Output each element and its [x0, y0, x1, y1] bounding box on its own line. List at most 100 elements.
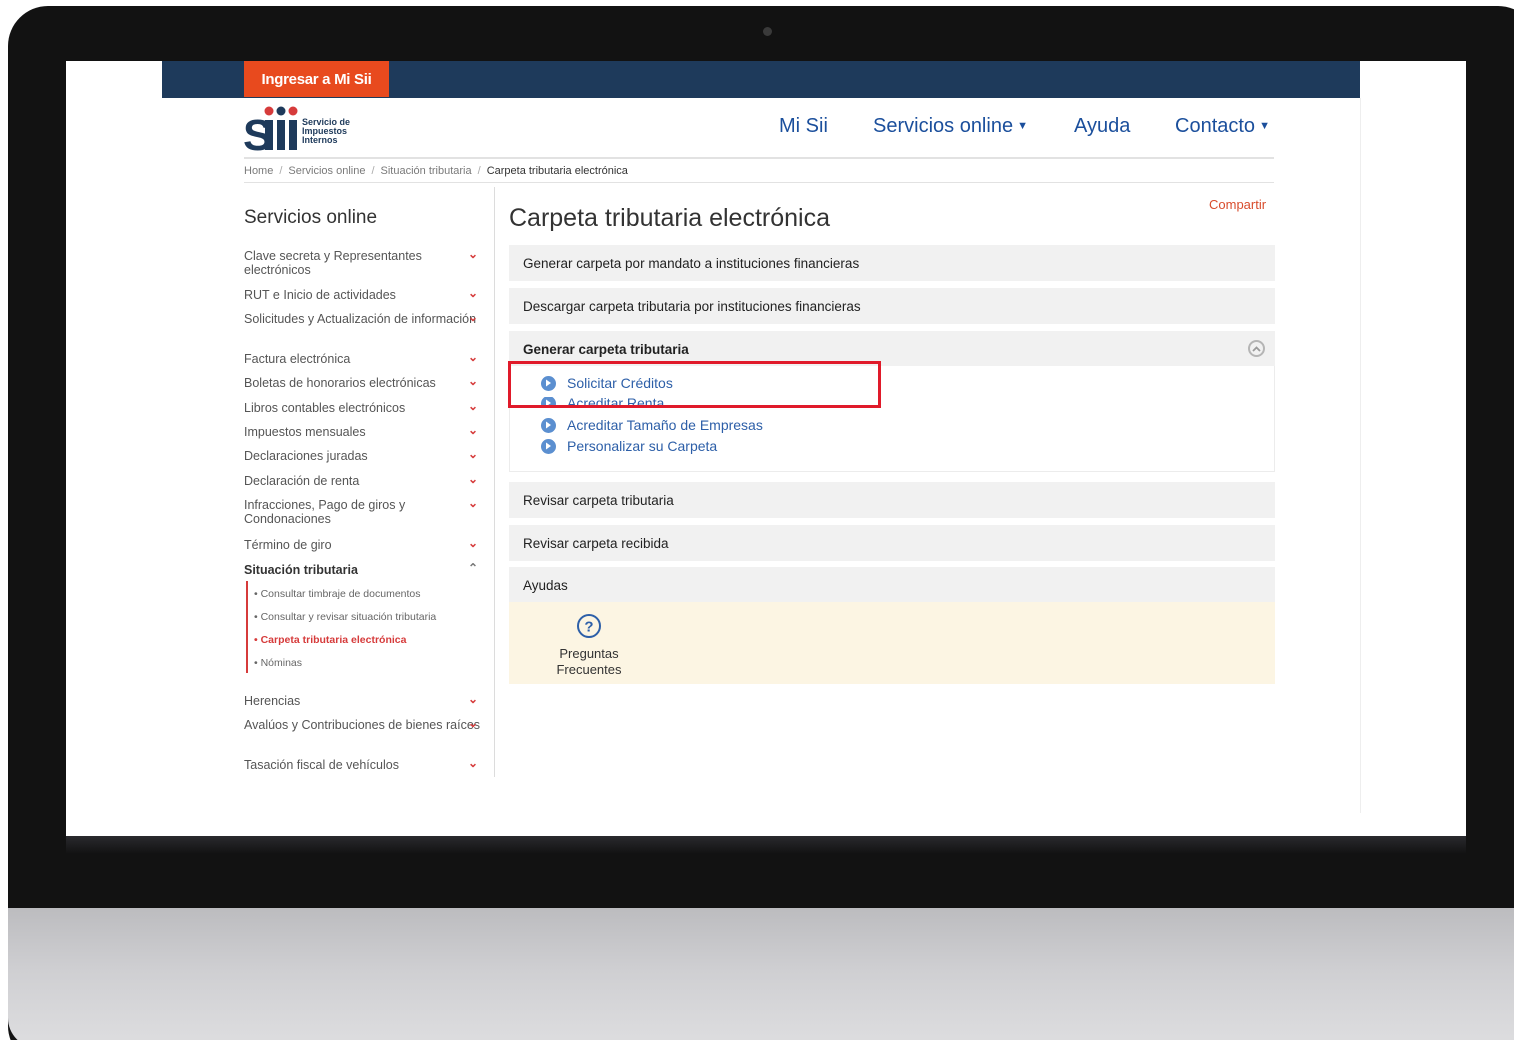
link-acreditar-tamano[interactable]: Acreditar Tamaño de Empresas: [541, 417, 763, 433]
faq-label-line-1: Preguntas: [559, 646, 619, 661]
webcam-dot: [763, 27, 772, 36]
sidebar-item-label: Término de giro: [244, 538, 332, 552]
sidebar-item-libros[interactable]: Libros contables electrónicos: [244, 401, 484, 415]
link-acreditar-renta-clipped[interactable]: Acreditar Renta: [541, 397, 664, 405]
section-label: Revisar carpeta recibida: [523, 535, 669, 551]
breadcrumb-situacion[interactable]: Situación tributaria: [381, 165, 472, 177]
section-ayudas[interactable]: Ayudas: [509, 567, 1275, 603]
sidebar-item-herencias[interactable]: Herencias: [244, 694, 484, 708]
section-label: Generar carpeta por mandato a institucio…: [523, 255, 860, 271]
caret-down-icon: ▼: [1259, 120, 1270, 132]
sidebar-item-factura[interactable]: Factura electrónica: [244, 352, 484, 366]
breadcrumb-divider: [244, 182, 1274, 183]
sidebar-item-declaraciones[interactable]: Declaraciones juradas: [244, 449, 484, 463]
sidebar-item-impuestos[interactable]: Impuestos mensuales: [244, 425, 484, 439]
arrow-right-icon: [541, 397, 556, 405]
section-label: Ayudas: [523, 577, 568, 593]
content-right-border: [1360, 98, 1361, 813]
sidebar-item-tasacion[interactable]: Tasación fiscal de vehículos: [244, 758, 484, 772]
sidebar-item-label: Avalúos y Contribuciones de bienes raíce…: [244, 718, 481, 732]
login-button[interactable]: Ingresar a Mi Sii: [244, 61, 389, 97]
sidebar-item-label: Herencias: [244, 694, 301, 708]
section-label: Descargar carpeta tributaria por institu…: [523, 298, 861, 314]
chevron-down-icon[interactable]: ⌄: [468, 692, 478, 706]
sidebar-item-label: Libros contables electrónicos: [244, 401, 406, 415]
sidebar-item-solicitudes[interactable]: Solicitudes y Actualización de informaci…: [244, 312, 484, 326]
header-divider: [244, 157, 1274, 159]
faq-link[interactable]: ? Preguntas Frecuentes: [553, 613, 625, 678]
caret-down-icon: ▼: [1017, 120, 1028, 132]
link-personalizar-carpeta[interactable]: Personalizar su Carpeta: [541, 438, 717, 454]
sidebar-item-label: Clave secreta y Representantes electróni…: [244, 249, 422, 277]
chevron-down-icon[interactable]: ⌄: [468, 423, 478, 437]
chevron-down-icon[interactable]: ⌄: [468, 399, 478, 413]
chevron-down-icon[interactable]: ⌄: [468, 496, 478, 510]
chevron-down-icon[interactable]: ⌄: [468, 472, 478, 486]
nav-mi-sii[interactable]: Mi Sii: [779, 115, 828, 138]
chevron-down-icon[interactable]: ⌄: [468, 350, 478, 364]
nav-ayuda[interactable]: Ayuda: [1074, 115, 1130, 138]
section-descargar-carpeta[interactable]: Descargar carpeta tributaria por institu…: [509, 288, 1275, 324]
section-label: Generar carpeta tributaria: [523, 341, 689, 357]
chevron-down-icon[interactable]: ⌄: [468, 536, 478, 550]
link-label: Personalizar su Carpeta: [567, 438, 718, 454]
browser-screen: Ingresar a Mi Sii S Servicio de Impuesto…: [66, 61, 1466, 836]
nav-contacto[interactable]: Contacto ▼: [1175, 115, 1270, 138]
submenu-item-carpeta[interactable]: • Carpeta tributaria electrónica: [254, 634, 406, 646]
section-label: Revisar carpeta tributaria: [523, 492, 674, 508]
sidebar-item-boletas[interactable]: Boletas de honorarios electrónicas: [244, 376, 484, 390]
sidebar-item-label: RUT e Inicio de actividades: [244, 288, 396, 302]
chevron-down-icon[interactable]: ⌄: [468, 247, 478, 261]
sidebar-item-renta[interactable]: Declaración de renta: [244, 474, 484, 488]
submenu-item-label: Nóminas: [260, 657, 303, 669]
sidebar-item-label: Impuestos mensuales: [244, 425, 366, 439]
breadcrumb-current: Carpeta tributaria electrónica: [486, 165, 628, 177]
section-generar-carpeta[interactable]: Generar carpeta tributaria: [509, 331, 1275, 367]
sidebar-item-label: Solicitudes y Actualización de informaci…: [244, 312, 477, 326]
breadcrumb-home[interactable]: Home: [244, 165, 273, 177]
sidebar-item-infracciones[interactable]: Infracciones, Pago de giros y Condonacio…: [244, 498, 484, 526]
submenu-item-label: Consultar timbraje de documentos: [260, 588, 421, 600]
sii-logo-icon: S: [244, 106, 298, 151]
logo-line-3: Internos: [302, 135, 338, 145]
sii-logo[interactable]: S Servicio de Impuestos Internos: [244, 105, 374, 151]
sidebar-item-situacion[interactable]: Situación tributaria: [244, 563, 484, 577]
sidebar-item-clave[interactable]: Clave secreta y Representantes electróni…: [244, 249, 484, 277]
sidebar-item-label: Declaración de renta: [244, 474, 360, 488]
section-revisar-carpeta[interactable]: Revisar carpeta tributaria: [509, 482, 1275, 518]
submenu-item-situacion[interactable]: • Consultar y revisar situación tributar…: [254, 611, 436, 623]
sidebar-item-termino[interactable]: Término de giro: [244, 538, 484, 552]
chevron-down-icon[interactable]: ⌄: [468, 374, 478, 388]
chevron-up-icon[interactable]: ⌃: [468, 561, 478, 575]
submenu-item-timbraje[interactable]: • Consultar timbraje de documentos: [254, 588, 421, 600]
breadcrumb-servicios[interactable]: Servicios online: [288, 165, 365, 177]
chevron-down-icon[interactable]: ⌄: [468, 756, 478, 770]
sidebar-item-label: Infracciones, Pago de giros y Condonacio…: [244, 498, 406, 526]
collapse-icon[interactable]: [1248, 340, 1265, 357]
sidebar-item-label: Factura electrónica: [244, 352, 351, 366]
submenu-item-label: Carpeta tributaria electrónica: [260, 634, 407, 646]
question-icon: ?: [577, 614, 601, 638]
link-solicitar-creditos[interactable]: Solicitar Créditos: [541, 375, 673, 391]
chevron-up-icon: [1252, 345, 1261, 352]
sidebar-item-avaluos[interactable]: Avalúos y Contribuciones de bienes raíce…: [244, 718, 484, 732]
section-generar-mandato[interactable]: Generar carpeta por mandato a institucio…: [509, 245, 1275, 281]
section-revisar-recibida[interactable]: Revisar carpeta recibida: [509, 525, 1275, 561]
chevron-down-icon[interactable]: ⌄: [468, 310, 478, 324]
chevron-down-icon[interactable]: ⌄: [468, 716, 478, 730]
chevron-down-icon[interactable]: ⌄: [468, 447, 478, 461]
share-link[interactable]: Compartir: [1209, 197, 1266, 212]
submenu-item-nominas[interactable]: • Nóminas: [254, 657, 302, 669]
link-label: Solicitar Créditos: [567, 375, 673, 391]
sidebar-item-label: Declaraciones juradas: [244, 449, 368, 463]
faq-label: Preguntas Frecuentes: [553, 646, 625, 678]
link-label: Acreditar Tamaño de Empresas: [567, 417, 763, 433]
sidebar-item-label: Tasación fiscal de vehículos: [244, 758, 399, 772]
breadcrumb: Home / Servicios online / Situación tributar…: [244, 165, 628, 177]
sidebar-item-rut[interactable]: RUT e Inicio de actividades: [244, 288, 484, 302]
nav-servicios-online[interactable]: Servicios online ▼: [873, 115, 1028, 138]
arrow-right-icon: [541, 417, 556, 433]
link-acreditar-renta[interactable]: Acreditar Renta: [541, 397, 664, 405]
sidebar-item-label: Boletas de honorarios electrónicas: [244, 376, 436, 390]
chevron-down-icon[interactable]: ⌄: [468, 286, 478, 300]
